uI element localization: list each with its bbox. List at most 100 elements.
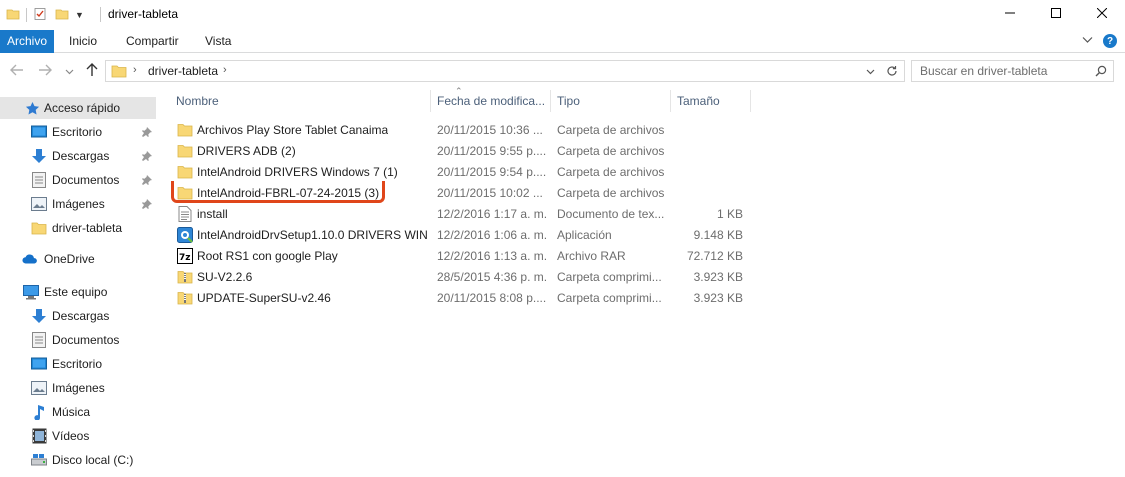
nav-item-documentos[interactable]: Documentos	[0, 169, 156, 191]
properties-icon[interactable]	[33, 7, 47, 24]
pin-icon[interactable]	[141, 126, 153, 138]
help-icon[interactable]: ?	[1103, 34, 1117, 48]
nav-item-driver-tableta[interactable]: driver-tableta	[0, 217, 156, 239]
nav-item-imagenes[interactable]: Imágenes	[0, 193, 156, 215]
file-type: Documento de tex...	[557, 207, 665, 221]
maximize-button[interactable]	[1033, 0, 1079, 28]
expand-ribbon-icon[interactable]	[1082, 34, 1093, 48]
folder-icon	[177, 122, 193, 138]
arrow-right-icon	[38, 64, 52, 79]
breadcrumb-separator-icon: ›	[133, 64, 137, 76]
drive-icon	[31, 452, 47, 468]
nav-item-descargas[interactable]: Descargas	[0, 145, 156, 167]
file-date: 20/11/2015 9:55 p....	[437, 144, 547, 158]
file-date: 28/5/2015 4:36 p. m.	[437, 270, 548, 284]
tab-compartir[interactable]: Compartir	[118, 30, 187, 53]
file-name: Root RS1 con google Play	[197, 249, 338, 263]
tab-vista[interactable]: Vista	[197, 30, 239, 53]
breadcrumb-separator-icon[interactable]: ›	[223, 64, 227, 76]
setup-app-icon	[177, 227, 193, 243]
nav-item-videos[interactable]: Vídeos	[0, 425, 156, 447]
nav-item-descargas-pc[interactable]: Descargas	[0, 305, 156, 327]
nav-item-documentos-pc[interactable]: Documentos	[0, 329, 156, 351]
file-name: SU-V2.2.6	[197, 270, 253, 284]
title-bar: ▼ driver-tableta	[0, 0, 1125, 30]
file-row[interactable]: Archivos Play Store Tablet Canaima 20/11…	[174, 119, 744, 140]
maximize-icon	[1051, 7, 1061, 21]
recent-locations-button[interactable]	[60, 62, 78, 80]
address-row: › driver-tableta ›	[0, 53, 1125, 89]
file-type: Carpeta de archivos	[557, 123, 665, 137]
arrow-left-icon	[10, 64, 24, 79]
up-button[interactable]	[83, 62, 101, 80]
pin-icon[interactable]	[141, 150, 153, 162]
file-name: install	[197, 207, 228, 221]
column-header-date[interactable]: Fecha de modifica...	[437, 88, 549, 114]
folder-icon	[177, 143, 193, 159]
file-date: 20/11/2015 10:36 ...	[437, 123, 543, 137]
close-icon	[1096, 7, 1108, 21]
file-date: 12/2/2016 1:06 a. m.	[437, 228, 548, 242]
search-input[interactable]	[912, 61, 1092, 81]
file-row[interactable]: IntelAndroidDrvSetup1.10.0 DRIVERS WIN..…	[174, 224, 744, 245]
nav-item-acceso-rapido[interactable]: Acceso rápido	[0, 97, 156, 119]
file-type: Aplicación	[557, 228, 612, 242]
highlight-annotation	[171, 181, 385, 203]
nav-item-este-equipo[interactable]: Este equipo	[0, 281, 156, 303]
tab-inicio[interactable]: Inicio	[61, 30, 105, 53]
file-name: Archivos Play Store Tablet Canaima	[197, 123, 389, 137]
file-row[interactable]: UPDATE-SuperSU-v2.46 20/11/2015 8:08 p..…	[174, 287, 744, 308]
new-folder-icon[interactable]	[55, 7, 69, 24]
pictures-icon	[31, 380, 47, 396]
file-date: 12/2/2016 1:17 a. m.	[437, 207, 548, 221]
ribbon-tabs: Archivo Inicio Compartir Vista ?	[0, 30, 1125, 53]
file-row[interactable]: IntelAndroid DRIVERS Windows 7 (1) 20/11…	[174, 161, 744, 182]
nav-item-onedrive[interactable]: OneDrive	[0, 248, 156, 270]
forward-button[interactable]	[36, 62, 54, 80]
svg-text:7z: 7z	[179, 253, 191, 263]
nav-item-escritorio-pc[interactable]: Escritorio	[0, 353, 156, 375]
search-icon[interactable]	[1093, 63, 1109, 79]
file-date: 20/11/2015 9:54 p....	[437, 165, 547, 179]
file-name: IntelAndroidDrvSetup1.10.0 DRIVERS WIN..…	[197, 228, 427, 242]
nav-item-disco-local[interactable]: Disco local (C:)	[0, 449, 156, 471]
breadcrumb-driver-tableta[interactable]: driver-tableta	[148, 64, 218, 78]
file-list: ⌃ Nombre Fecha de modifica... Tipo Tamañ…	[160, 86, 1125, 477]
file-row[interactable]: install 12/2/2016 1:17 a. m. Documento d…	[174, 203, 744, 224]
column-header-size[interactable]: Tamaño	[677, 88, 747, 114]
folder-icon	[177, 164, 193, 180]
nav-item-escritorio[interactable]: Escritorio	[0, 121, 156, 143]
star-icon	[24, 100, 40, 116]
minimize-button[interactable]	[987, 0, 1033, 28]
file-type: Archivo RAR	[557, 249, 626, 263]
minimize-icon	[1005, 7, 1015, 21]
tab-archivo[interactable]: Archivo	[0, 30, 54, 53]
pin-icon[interactable]	[141, 174, 153, 186]
file-type: Carpeta comprimi...	[557, 270, 662, 284]
pin-icon[interactable]	[141, 198, 153, 210]
file-row[interactable]: SU-V2.2.6 28/5/2015 4:36 p. m. Carpeta c…	[174, 266, 744, 287]
chevron-down-icon	[65, 64, 74, 79]
window-title: driver-tableta	[108, 7, 179, 21]
column-header-name[interactable]: Nombre	[176, 88, 430, 114]
file-name: DRIVERS ADB (2)	[197, 144, 296, 158]
address-bar[interactable]: › driver-tableta ›	[105, 60, 905, 82]
file-size: 72.712 KB	[686, 249, 743, 263]
nav-item-imagenes-pc[interactable]: Imágenes	[0, 377, 156, 399]
search-box[interactable]	[911, 60, 1114, 82]
column-header-type[interactable]: Tipo	[557, 88, 667, 114]
file-name: UPDATE-SuperSU-v2.46	[197, 291, 331, 305]
refresh-icon[interactable]	[884, 63, 900, 79]
address-dropdown-button[interactable]	[862, 63, 878, 79]
nav-item-musica[interactable]: Música	[0, 401, 156, 423]
zip-folder-icon	[177, 290, 193, 306]
file-date: 20/11/2015 8:08 p....	[437, 291, 547, 305]
file-name: IntelAndroid DRIVERS Windows 7 (1)	[197, 165, 398, 179]
file-row[interactable]: 7z Root RS1 con google Play 12/2/2016 1:…	[174, 245, 744, 266]
close-button[interactable]	[1079, 0, 1125, 28]
desktop-icon	[31, 124, 47, 140]
folder-icon[interactable]	[6, 7, 20, 24]
customize-toolbar-icon[interactable]: ▼	[75, 10, 84, 20]
back-button[interactable]	[8, 62, 26, 80]
file-row[interactable]: DRIVERS ADB (2) 20/11/2015 9:55 p.... Ca…	[174, 140, 744, 161]
